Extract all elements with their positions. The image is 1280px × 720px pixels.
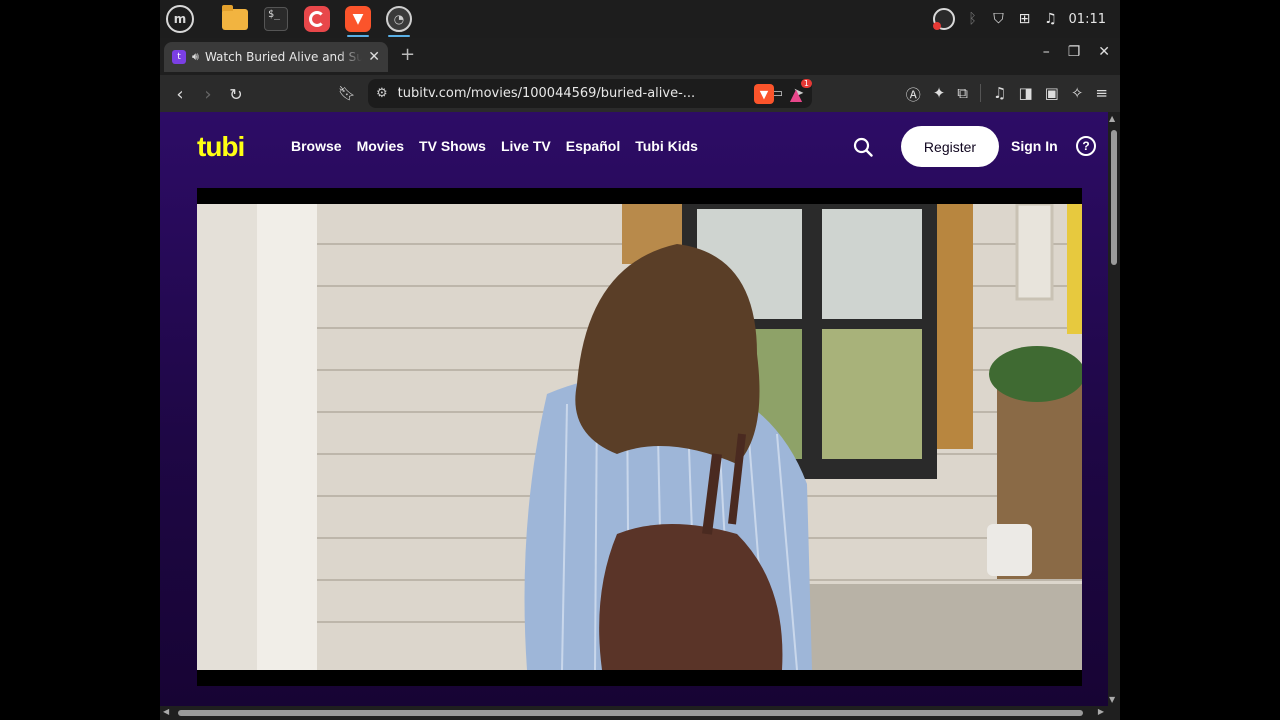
tubi-favicon-icon: t: [172, 50, 186, 64]
toolbar-tools: Ⓐ ✦ ⧉ ♫ ◨ ▣ ✧ ≡: [906, 84, 1108, 105]
bookmark-icon[interactable]: 🔖︎: [335, 82, 359, 106]
site-settings-icon[interactable]: ⚙: [376, 86, 388, 101]
minimize-icon[interactable]: –: [1043, 44, 1050, 60]
system-tray: ᛒ ⛉ ⊞ ♫ 01:11: [932, 0, 1106, 38]
nav-tv-shows[interactable]: TV Shows: [419, 138, 486, 154]
bluetooth-icon[interactable]: ᛒ: [965, 11, 981, 27]
site-header: tubi Browse Movies TV Shows Live TV Espa…: [160, 112, 1108, 182]
leo-ai-icon[interactable]: ✧: [1071, 84, 1084, 105]
video-frame[interactable]: [197, 204, 1082, 670]
browser-toolbar: ‹ › ↻ 🔖︎ ⚙ tubitv.com/movies/100044569/b…: [160, 75, 1120, 112]
nav-browse[interactable]: Browse: [291, 138, 342, 154]
brave-rewards-icon[interactable]: ▲ 1: [786, 79, 812, 104]
active-indicator: [347, 35, 369, 37]
os-taskbar: m $_ ▼ ◔ ᛒ ⛉ ⊞ ♫ 01:11: [160, 0, 1120, 38]
maximize-icon[interactable]: ❐: [1068, 44, 1081, 60]
sidebar-icon[interactable]: ◨: [1018, 84, 1032, 105]
nav-live-tv[interactable]: Live TV: [501, 138, 551, 154]
nav-espanol[interactable]: Español: [566, 138, 620, 154]
screen: m $_ ▼ ◔ ᛒ ⛉ ⊞ ♫ 01:11 t 🔊︎ Watch Buried…: [0, 0, 1280, 720]
register-button[interactable]: Register: [901, 126, 999, 167]
browser-tab-strip: t 🔊︎ Watch Buried Alive and Survive ✕: [160, 38, 1120, 75]
mint-logo-icon: m: [166, 5, 194, 33]
vertical-scrollbar[interactable]: ▲ ▼: [1108, 112, 1120, 706]
tab-title: Watch Buried Alive and Survive: [204, 50, 363, 64]
horizontal-scroll-thumb[interactable]: [178, 710, 1083, 716]
media-icon[interactable]: ♫: [993, 84, 1006, 105]
search-icon[interactable]: [853, 137, 873, 157]
wallet-icon[interactable]: ▣: [1045, 84, 1059, 105]
scroll-up-icon[interactable]: ▲: [1109, 114, 1115, 123]
toolbar-divider: [980, 84, 982, 102]
translate-icon[interactable]: Ⓐ: [906, 84, 921, 105]
browser-tab[interactable]: t 🔊︎ Watch Buried Alive and Survive ✕: [164, 42, 388, 72]
brave-lion-icon: ▼: [345, 6, 371, 32]
new-tab-icon[interactable]: +: [400, 44, 415, 65]
horizontal-scrollbar[interactable]: ◀ ▶: [160, 706, 1108, 720]
speaker-icon[interactable]: 🔊︎: [192, 50, 199, 64]
shield-icon[interactable]: ⛉: [991, 11, 1007, 27]
brave-shields-icon[interactable]: ▼: [754, 84, 774, 104]
scroll-left-icon[interactable]: ◀: [163, 707, 169, 716]
help-icon[interactable]: ?: [1076, 136, 1096, 156]
main-nav: Browse Movies TV Shows Live TV Español T…: [291, 138, 698, 154]
url-text[interactable]: tubitv.com/movies/100044569/buried-alive…: [398, 86, 761, 101]
obs-app-button[interactable]: ◔: [384, 4, 414, 37]
screenshot-icon[interactable]: ⧉: [957, 84, 968, 105]
menu-icon[interactable]: ≡: [1095, 84, 1108, 105]
forward-icon[interactable]: ›: [196, 82, 220, 106]
window-controls: – ❐ ✕: [1043, 44, 1110, 60]
video-player[interactable]: [197, 188, 1082, 686]
music-note-icon[interactable]: ♫: [1043, 11, 1059, 27]
firefox-icon: [304, 6, 330, 32]
desktop: m $_ ▼ ◔ ᛒ ⛉ ⊞ ♫ 01:11 t 🔊︎ Watch Buried…: [160, 0, 1120, 720]
terminal-icon: $_: [264, 7, 288, 31]
scroll-down-icon[interactable]: ▼: [1109, 695, 1115, 704]
vertical-scroll-thumb[interactable]: [1111, 130, 1117, 265]
sign-in-link[interactable]: Sign In: [1011, 138, 1058, 154]
nav-movies[interactable]: Movies: [357, 138, 404, 154]
brave-app-button[interactable]: ▼: [343, 4, 373, 37]
nav-tubi-kids[interactable]: Tubi Kids: [635, 138, 698, 154]
address-bar[interactable]: ⚙ tubitv.com/movies/100044569/buried-ali…: [368, 79, 812, 108]
back-icon[interactable]: ‹: [168, 82, 192, 106]
rewards-badge: 1: [800, 79, 812, 88]
active-indicator: [388, 35, 410, 37]
clock[interactable]: 01:11: [1069, 12, 1106, 27]
close-tab-icon[interactable]: ✕: [368, 49, 380, 65]
tubi-logo[interactable]: tubi: [197, 132, 245, 162]
extensions-icon[interactable]: ✦: [933, 84, 946, 105]
scroll-right-icon[interactable]: ▶: [1098, 707, 1104, 716]
close-window-icon[interactable]: ✕: [1098, 44, 1110, 60]
obs-icon: ◔: [386, 6, 412, 32]
obs-recording-icon[interactable]: [932, 8, 955, 30]
web-page: tubi Browse Movies TV Shows Live TV Espa…: [160, 112, 1108, 706]
folder-icon: [222, 4, 248, 30]
mint-menu-button[interactable]: m: [165, 4, 195, 34]
files-app-button[interactable]: [220, 4, 250, 34]
firefox-app-button[interactable]: [302, 4, 332, 34]
terminal-app-button[interactable]: $_: [261, 4, 291, 34]
reload-icon[interactable]: ↻: [224, 82, 248, 106]
network-icon[interactable]: ⊞: [1017, 11, 1033, 27]
